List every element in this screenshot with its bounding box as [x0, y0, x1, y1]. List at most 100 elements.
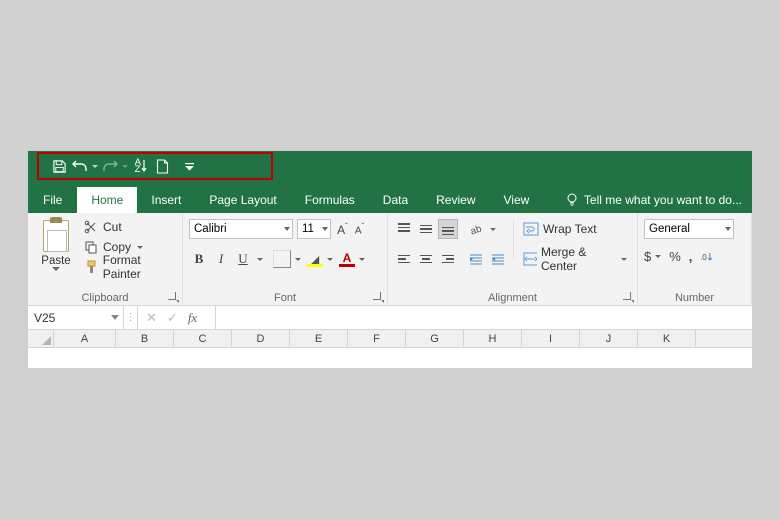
col-header-f[interactable]: F	[348, 330, 406, 347]
merge-dropdown[interactable]	[621, 258, 627, 261]
wrap-text-button[interactable]: Wrap Text	[519, 219, 631, 239]
group-font: Calibri 11 Aˆ Aˇ B I U ◢ A Font	[183, 213, 388, 305]
copy-dropdown[interactable]	[137, 246, 143, 249]
font-size-combo[interactable]: 11	[297, 219, 331, 239]
col-header-d[interactable]: D	[232, 330, 290, 347]
merge-center-button[interactable]: Merge & Center	[519, 249, 631, 269]
tell-me-search[interactable]: Tell me what you want to do...	[556, 187, 752, 213]
font-dialog-launcher[interactable]	[373, 292, 383, 302]
percent-button[interactable]: %	[669, 249, 681, 264]
tell-me-placeholder: Tell me what you want to do...	[584, 193, 742, 207]
sort-icon[interactable]: AZ	[130, 155, 152, 177]
formula-bar: V25 ⋮ ✕ ✓ fx	[28, 306, 752, 330]
col-header-i[interactable]: I	[522, 330, 580, 347]
increase-indent-button[interactable]	[488, 249, 508, 269]
format-painter-label: Format Painter	[103, 253, 181, 281]
title-bar: AZ	[28, 151, 752, 187]
alignment-dialog-launcher[interactable]	[623, 292, 633, 302]
merge-icon	[523, 252, 537, 266]
fx-icon[interactable]: fx	[188, 310, 197, 326]
column-header-row: A B C D E F G H I J K	[28, 330, 752, 348]
undo-icon[interactable]	[70, 155, 90, 177]
bold-button[interactable]: B	[189, 249, 209, 269]
tab-view[interactable]: View	[490, 187, 544, 213]
redo-icon[interactable]	[100, 155, 120, 177]
svg-text:ab: ab	[469, 223, 483, 236]
currency-button[interactable]: $	[644, 249, 661, 264]
tab-review[interactable]: Review	[422, 187, 489, 213]
align-right-button[interactable]	[438, 249, 458, 269]
group-alignment: ab Wrap Text	[388, 213, 638, 305]
format-painter-button[interactable]: Format Painter	[83, 257, 183, 277]
align-top-button[interactable]	[394, 219, 414, 239]
caret-down-icon: ˇ	[362, 222, 365, 231]
group-label-font: Font	[183, 292, 387, 304]
select-all-button[interactable]	[28, 330, 54, 347]
number-format-combo[interactable]: General	[644, 219, 734, 239]
orientation-dropdown[interactable]	[490, 228, 496, 231]
fill-color-dropdown[interactable]	[327, 258, 333, 261]
name-box-dropdown[interactable]	[111, 315, 119, 320]
customize-qat-dropdown[interactable]	[178, 155, 200, 177]
col-header-c[interactable]: C	[174, 330, 232, 347]
paste-button[interactable]: Paste	[33, 218, 79, 288]
undo-dropdown[interactable]	[90, 165, 100, 168]
save-icon[interactable]	[48, 155, 70, 177]
formula-input[interactable]	[216, 306, 752, 329]
italic-button[interactable]: I	[211, 249, 231, 269]
redo-dropdown[interactable]	[120, 165, 130, 168]
ribbon-body: Paste Cut Copy Format Painter Clipbo	[28, 213, 752, 306]
lightbulb-icon	[566, 193, 578, 207]
border-dropdown[interactable]	[295, 258, 301, 261]
font-color-button[interactable]: A	[339, 251, 355, 267]
align-middle-button[interactable]	[416, 219, 436, 239]
name-box[interactable]: V25	[28, 306, 124, 329]
tab-data[interactable]: Data	[369, 187, 422, 213]
ribbon-tabs: File Home Insert Page Layout Formulas Da…	[28, 187, 752, 213]
align-center-button[interactable]	[416, 249, 436, 269]
underline-button[interactable]: U	[233, 249, 253, 269]
orientation-button[interactable]: ab	[466, 219, 486, 239]
increase-decimal-button[interactable]: .0	[700, 251, 716, 263]
svg-text:.0: .0	[700, 253, 707, 262]
col-header-j[interactable]: J	[580, 330, 638, 347]
comma-style-button[interactable]: ,	[689, 249, 693, 264]
wrap-text-label: Wrap Text	[543, 222, 597, 236]
col-header-h[interactable]: H	[464, 330, 522, 347]
caret-up-icon: ˆ	[345, 222, 348, 231]
fill-color-button[interactable]: ◢	[307, 251, 323, 267]
tab-home[interactable]: Home	[77, 187, 137, 213]
font-name-value: Calibri	[194, 223, 227, 235]
paste-label: Paste	[33, 255, 79, 267]
tab-file[interactable]: File	[28, 187, 77, 213]
font-size-value: 11	[302, 223, 314, 235]
new-file-icon[interactable]	[152, 155, 172, 177]
clipboard-dialog-launcher[interactable]	[168, 292, 178, 302]
col-header-b[interactable]: B	[116, 330, 174, 347]
tab-insert[interactable]: Insert	[137, 187, 195, 213]
wrap-text-icon	[523, 222, 539, 236]
merge-center-label: Merge & Center	[541, 245, 615, 273]
tab-formulas[interactable]: Formulas	[291, 187, 369, 213]
col-header-a[interactable]: A	[54, 330, 116, 347]
paste-dropdown[interactable]	[52, 267, 60, 271]
cancel-icon[interactable]: ✕	[146, 310, 157, 326]
enter-icon[interactable]: ✓	[167, 310, 178, 326]
tab-page-layout[interactable]: Page Layout	[195, 187, 290, 213]
col-header-g[interactable]: G	[406, 330, 464, 347]
align-left-button[interactable]	[394, 249, 414, 269]
font-name-combo[interactable]: Calibri	[189, 219, 293, 239]
border-button[interactable]	[273, 250, 291, 268]
group-clipboard: Paste Cut Copy Format Painter Clipbo	[28, 213, 183, 305]
col-header-k[interactable]: K	[638, 330, 696, 347]
align-bottom-button[interactable]	[438, 219, 458, 239]
grow-font-button[interactable]: Aˆ	[335, 222, 350, 237]
font-color-dropdown[interactable]	[359, 258, 365, 261]
col-header-e[interactable]: E	[290, 330, 348, 347]
group-number: General $ % , .0 Number	[638, 213, 752, 305]
cut-button[interactable]: Cut	[83, 217, 183, 237]
decrease-indent-button[interactable]	[466, 249, 486, 269]
underline-dropdown[interactable]	[257, 258, 263, 261]
shrink-font-button[interactable]: Aˇ	[352, 222, 367, 237]
group-label-clipboard: Clipboard	[28, 292, 182, 304]
